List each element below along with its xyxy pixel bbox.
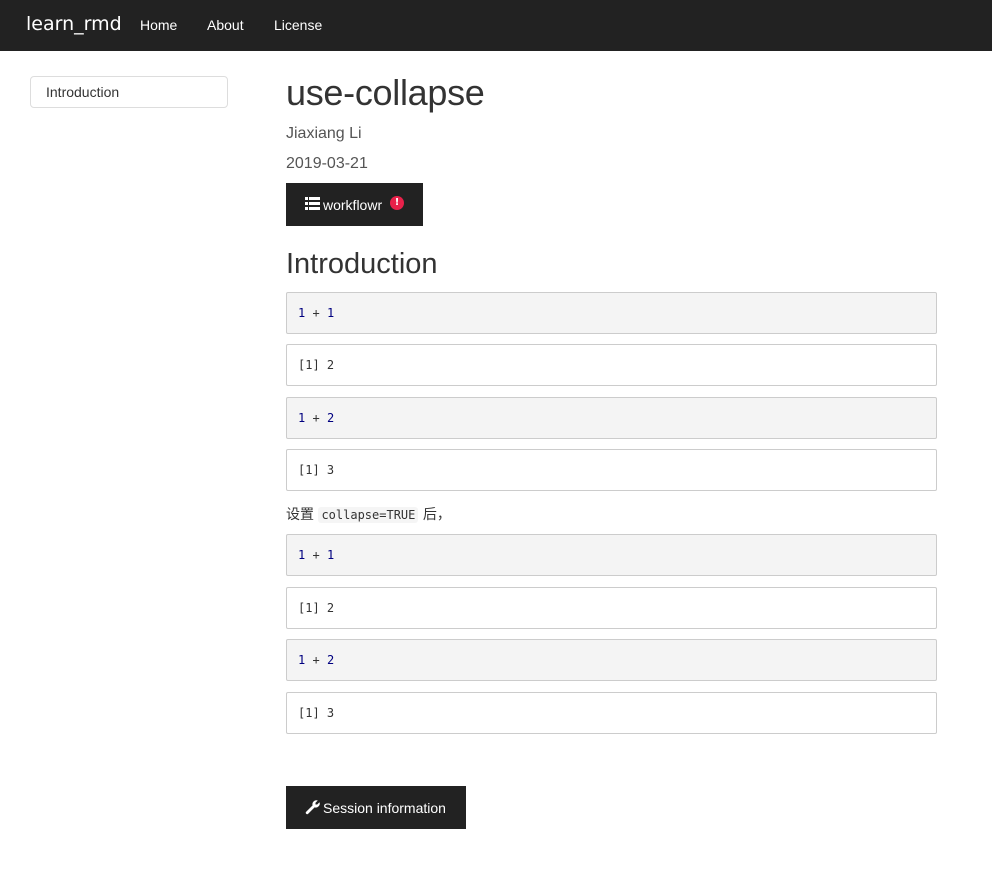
- nav-link-license[interactable]: License: [274, 17, 322, 33]
- toc-item-introduction[interactable]: Introduction: [46, 84, 119, 100]
- exclamation-circle-icon: !: [390, 196, 404, 210]
- workflowr-label: workflowr: [323, 197, 383, 213]
- list-icon: [305, 197, 320, 210]
- paragraph-prefix: 设置: [286, 507, 314, 523]
- output-block: [1] 3: [286, 449, 937, 491]
- output-block: [1] 2: [286, 587, 937, 629]
- navbar: learn_rmd Home About License: [0, 0, 992, 51]
- source-block: 1 + 1: [286, 292, 937, 334]
- code-operator: +: [312, 548, 320, 562]
- source-block: 1 + 2: [286, 397, 937, 439]
- session-information-label: Session information: [323, 800, 446, 816]
- page-title: use-collapse: [286, 72, 485, 113]
- code-operator: +: [312, 306, 320, 320]
- brand-link[interactable]: learn_rmd: [26, 13, 122, 35]
- paragraph-suffix: 后，: [422, 507, 451, 523]
- nav-link-about[interactable]: About: [207, 17, 244, 33]
- code-number: 1: [298, 653, 306, 667]
- code-number: 1: [298, 548, 306, 562]
- session-information-button[interactable]: Session information: [286, 786, 466, 829]
- source-block: 1 + 1: [286, 534, 937, 576]
- explanation-paragraph: 设置 collapse=TRUE 后，: [286, 504, 451, 524]
- wrench-icon: [305, 800, 320, 815]
- section-heading: Introduction: [286, 248, 438, 280]
- code-number: 2: [326, 653, 335, 667]
- code-operator: +: [312, 411, 320, 425]
- workflowr-button[interactable]: workflowr !: [286, 183, 423, 226]
- code-number: 1: [326, 306, 335, 320]
- source-block: 1 + 2: [286, 639, 937, 681]
- nav-link-home[interactable]: Home: [140, 17, 177, 33]
- code-operator: +: [312, 653, 320, 667]
- output-block: [1] 2: [286, 344, 937, 386]
- output-block: [1] 3: [286, 692, 937, 734]
- table-of-contents: Introduction: [30, 76, 228, 108]
- inline-code: collapse=TRUE: [318, 507, 419, 523]
- date: 2019-03-21: [286, 155, 368, 172]
- author: Jiaxiang Li: [286, 125, 362, 142]
- code-number: 1: [298, 306, 306, 320]
- code-number: 1: [326, 548, 335, 562]
- code-number: 2: [326, 411, 335, 425]
- code-number: 1: [298, 411, 306, 425]
